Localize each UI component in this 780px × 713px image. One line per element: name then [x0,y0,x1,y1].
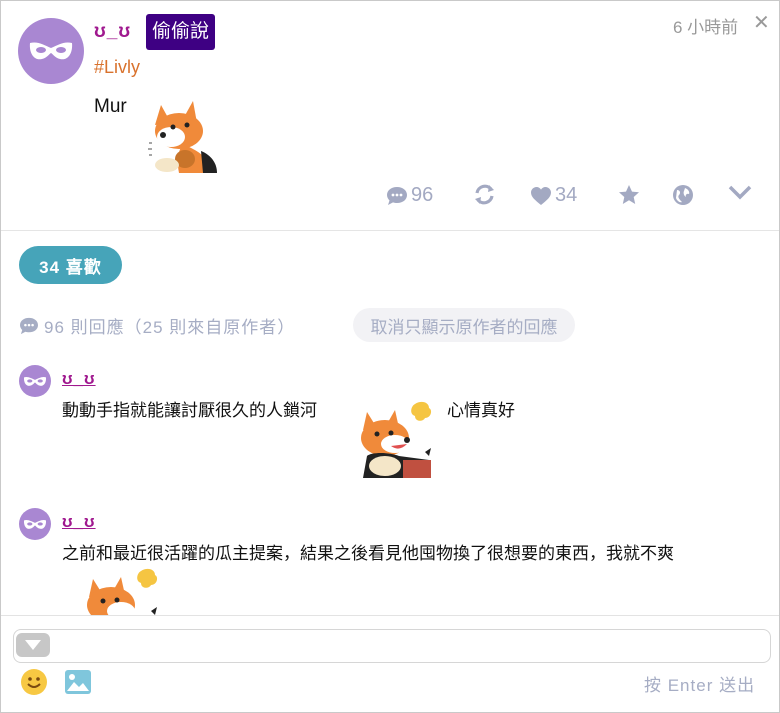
replurk-action[interactable] [473,184,496,205]
divider [1,230,779,231]
likes-button[interactable]: 34 喜歡 [19,246,122,284]
send-hint: 按 Enter 送出 [644,676,756,695]
plurk-window: ʊ_ʊ 偷偷說 #Livly 6 小時前 ✕ Mur 96 34 34 喜歡 9… [0,0,780,713]
comment-icon [20,317,38,334]
mask-icon [29,42,73,60]
qualifier-badge: 偷偷說 [146,14,216,50]
share-action[interactable] [672,184,694,206]
globe-icon [673,185,693,205]
qualifier-select[interactable] [16,633,50,657]
response-input[interactable] [13,629,771,663]
action-bar: 96 34 [1,184,779,216]
response-avatar[interactable] [19,365,51,397]
star-icon [619,185,639,204]
post-content: Mur [94,96,127,117]
favorite-action[interactable] [618,184,640,205]
response-author[interactable]: ʊ_ʊ [62,512,96,532]
show-all-responses-button[interactable]: 取消只顯示原作者的回應 [353,308,575,342]
mask-icon [23,519,47,529]
likes-count: 34 [555,184,578,206]
response-text-after: 心情真好 [447,401,515,420]
response-text: 動動手指就能讓討厭很久的人鎖河 [62,401,317,420]
response-text: 之前和最近很活躍的瓜主提案，結果之後看見他囤物換了很想要的東西，我就不爽 [62,544,674,563]
responses-count-text: 96 則回應（25 則來自原作者） [44,318,296,337]
response-author[interactable]: ʊ_ʊ [62,369,96,389]
mask-icon [23,376,47,386]
response-composer: 按 Enter 送出 [1,615,779,712]
author-avatar[interactable] [18,18,84,84]
chevron-down-icon [728,185,752,200]
post-author-name[interactable]: ʊ_ʊ [94,21,131,43]
fox-sticker [361,401,432,478]
image-icon[interactable] [64,669,92,695]
like-action[interactable]: 34 [530,184,577,207]
responses-action[interactable]: 96 [386,184,433,207]
heart-icon [531,186,551,205]
replurk-icon [475,184,494,205]
response-avatar[interactable] [19,508,51,540]
fox-sticker [148,101,217,173]
responses-summary: 96 則回應（25 則來自原作者） [19,313,295,338]
triangle-down-icon [25,640,41,650]
post-tag[interactable]: #Livly [94,57,140,78]
close-icon[interactable]: ✕ [753,10,770,35]
smiley-icon[interactable] [20,668,48,696]
post-time: 6 小時前 [673,18,739,37]
responses-count: 96 [411,184,434,206]
comment-icon [387,186,407,205]
more-action[interactable] [728,184,752,200]
